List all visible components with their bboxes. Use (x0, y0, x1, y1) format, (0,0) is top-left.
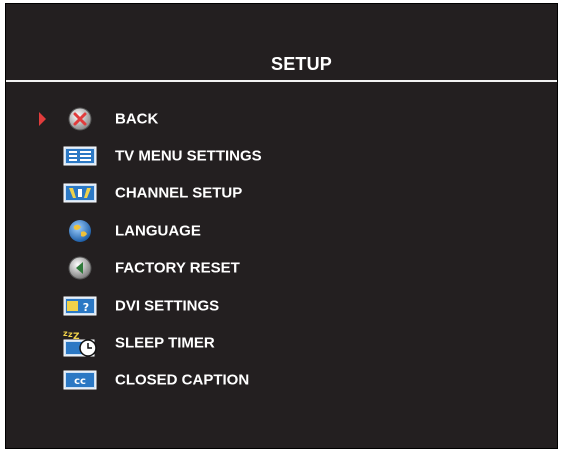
back-icon (62, 105, 98, 133)
menu-title: SETUP (270, 54, 332, 74)
sleep-timer-icon: z z Z (62, 329, 98, 357)
setup-menu-list: BACK TV MENU SETTINGS CHANNEL SETUP LANG… (6, 100, 557, 399)
menu-item-sleep-timer[interactable]: z z Z SLEEP TIMER (6, 324, 557, 361)
menu-item-label: CLOSED CAPTION (115, 371, 250, 389)
menu-item-back[interactable]: BACK (6, 100, 557, 137)
channel-setup-icon (62, 179, 98, 207)
menu-item-channel-setup[interactable]: CHANNEL SETUP (6, 175, 557, 212)
menu-item-label: BACK (115, 110, 159, 128)
globe-icon (62, 217, 98, 245)
menu-item-factory-reset[interactable]: FACTORY RESET (6, 250, 557, 287)
menu-item-label: CHANNEL SETUP (115, 184, 243, 202)
title-divider (6, 80, 557, 82)
selection-arrow-icon (39, 111, 46, 126)
dvi-settings-icon: ? (62, 292, 98, 320)
svg-text:cc: cc (74, 376, 86, 387)
setup-menu-screen: SETUP BACK TV MENU SETTINGS CHANNEL SETU… (5, 3, 558, 449)
closed-caption-icon: cc (62, 366, 98, 394)
menu-item-label: TV MENU SETTINGS (115, 147, 262, 165)
menu-item-label: DVI SETTINGS (115, 297, 220, 315)
menu-item-label: LANGUAGE (115, 222, 201, 240)
menu-item-label: SLEEP TIMER (115, 334, 215, 352)
menu-item-language[interactable]: LANGUAGE (6, 212, 557, 249)
menu-item-closed-caption[interactable]: cc CLOSED CAPTION (6, 362, 557, 399)
svg-text:?: ? (83, 301, 89, 314)
menu-item-label: FACTORY RESET (115, 259, 240, 277)
menu-item-tv-menu-settings[interactable]: TV MENU SETTINGS (6, 137, 557, 174)
menu-item-dvi-settings[interactable]: ? DVI SETTINGS (6, 287, 557, 324)
tv-menu-settings-icon (62, 142, 98, 170)
factory-reset-icon (62, 254, 98, 282)
